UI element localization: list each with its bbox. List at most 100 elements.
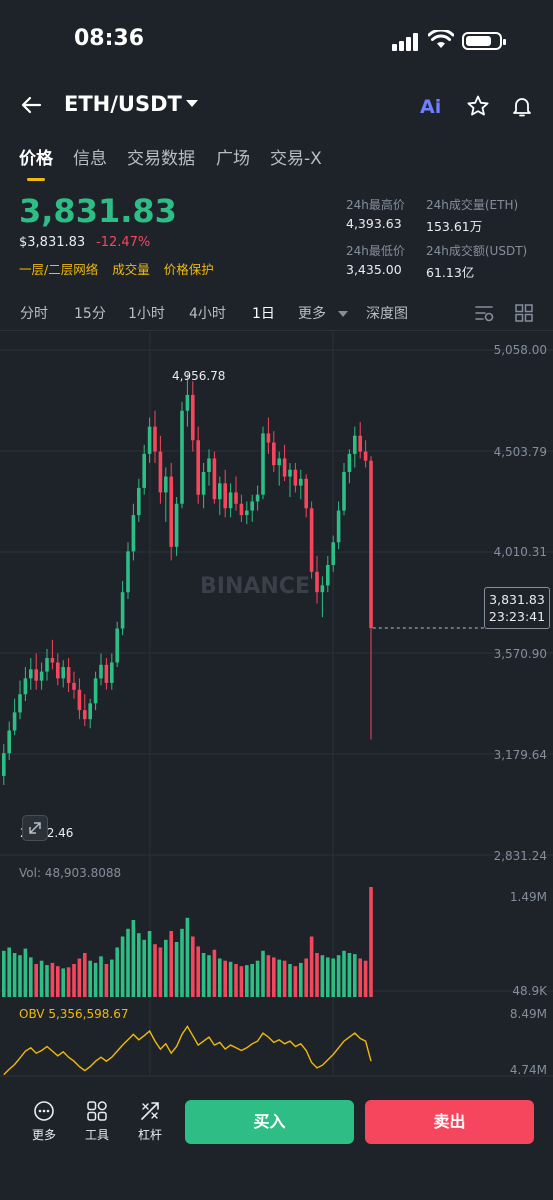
candle-countdown: 23:23:41 xyxy=(488,609,546,624)
volume-bar xyxy=(99,956,103,997)
timeframe-4h[interactable]: 4小时 xyxy=(189,303,226,323)
candle-body xyxy=(29,669,33,679)
pair-title[interactable]: ETH/USDT xyxy=(64,92,182,116)
back-arrow-icon[interactable] xyxy=(20,94,42,116)
volume-bar xyxy=(142,939,146,997)
obv-axis-label: 8.49M xyxy=(509,1007,547,1021)
active-tab-indicator xyxy=(27,178,45,181)
pair-dropdown-icon[interactable] xyxy=(186,100,198,107)
expand-chart-icon[interactable] xyxy=(22,815,48,841)
timeframe-15m[interactable]: 15分 xyxy=(74,303,106,323)
candle-body xyxy=(293,469,298,486)
buy-button[interactable]: 买入 xyxy=(185,1100,354,1144)
candle-body xyxy=(2,753,6,776)
volume-bar xyxy=(326,957,330,997)
more-button[interactable]: 更多 xyxy=(24,1100,64,1143)
volume-bar xyxy=(320,955,325,997)
volume-bar xyxy=(347,953,352,997)
volume-bar xyxy=(88,960,92,997)
volume-bar xyxy=(266,955,271,997)
candle-body xyxy=(7,730,11,754)
tab-price[interactable]: 价格 xyxy=(19,144,53,169)
candle-body xyxy=(137,487,141,516)
volume-bar xyxy=(358,958,362,997)
volume-bar xyxy=(158,947,163,997)
candle-body xyxy=(218,483,222,500)
candle-body xyxy=(207,458,211,473)
tools-label: 工具 xyxy=(84,1128,109,1142)
candle-body xyxy=(228,492,233,509)
candle-body xyxy=(147,426,152,454)
price-axis-label: 4,010.31 xyxy=(493,545,547,559)
candle-body xyxy=(261,433,265,495)
candle-body xyxy=(66,667,71,683)
volume-bar xyxy=(110,959,114,997)
volume-bar xyxy=(61,968,65,997)
volume-bar xyxy=(120,936,125,997)
volume-bar xyxy=(131,920,136,997)
timeframe-1d[interactable]: 1日 xyxy=(252,303,275,323)
tab-info[interactable]: 信息 xyxy=(73,144,107,169)
tab-trading-data[interactable]: 交易数据 xyxy=(127,144,195,169)
volume-bar xyxy=(223,960,227,997)
candle-body xyxy=(34,669,38,681)
candle-body xyxy=(93,678,98,704)
star-icon[interactable] xyxy=(466,94,490,118)
candle-body xyxy=(180,410,184,504)
candle-body xyxy=(315,571,319,593)
leverage-button[interactable]: 杠杆 xyxy=(130,1100,170,1143)
volume-bar xyxy=(126,928,130,997)
tag-l1-l2[interactable]: 一层/二层网络 xyxy=(19,262,98,277)
candle-body xyxy=(309,508,314,572)
volume-bar xyxy=(277,959,281,997)
candle-body xyxy=(174,503,179,547)
timeframe-more[interactable]: 更多 xyxy=(298,303,326,323)
wifi-icon xyxy=(428,30,454,48)
candle-body xyxy=(50,657,55,663)
candle-body xyxy=(131,515,136,552)
candle-body xyxy=(282,458,287,477)
volume-bar xyxy=(104,964,109,997)
volume-bar xyxy=(164,939,168,997)
indicator-settings-icon[interactable] xyxy=(474,303,496,323)
timeframe-depth[interactable]: 深度图 xyxy=(366,303,408,323)
volume-bar xyxy=(169,931,173,997)
volume-bar xyxy=(272,957,276,997)
price-axis-label: 5,058.00 xyxy=(493,343,547,357)
candlestick-chart[interactable]: BINANCE xyxy=(0,331,553,1091)
candle-body xyxy=(61,667,65,679)
bell-icon[interactable] xyxy=(510,94,534,118)
volume-bar xyxy=(18,955,22,997)
candle-body xyxy=(104,664,109,683)
ai-icon[interactable]: Ai xyxy=(420,96,441,118)
price-axis-label: 3,570.90 xyxy=(493,647,547,661)
sell-button[interactable]: 卖出 xyxy=(365,1100,534,1144)
cellular-signal-icon xyxy=(392,33,420,51)
tab-trade-x[interactable]: 交易-X xyxy=(270,144,322,169)
volume-bar xyxy=(39,960,44,997)
tag-volume[interactable]: 成交量 xyxy=(112,262,150,277)
chevron-down-icon[interactable] xyxy=(338,311,348,317)
leverage-label: 杠杆 xyxy=(137,1128,162,1142)
volume-bar xyxy=(201,953,206,997)
candle-body xyxy=(153,426,157,452)
timeframe-bar: 分时 15分 1小时 4小时 1日 更多 深度图 xyxy=(0,300,553,326)
volume-bar xyxy=(234,964,238,997)
tools-button[interactable]: 工具 xyxy=(77,1100,117,1143)
candle-body xyxy=(12,712,17,731)
price-usd: $3,831.83 xyxy=(19,235,86,250)
status-bar: 08:36 xyxy=(0,0,553,80)
obv-line xyxy=(3,1025,372,1076)
candle-body xyxy=(39,671,44,681)
volume-bar xyxy=(207,955,211,997)
current-price-label: 3,831.83 xyxy=(489,592,545,607)
timeframe-line[interactable]: 分时 xyxy=(20,303,48,323)
tag-price-protection[interactable]: 价格保护 xyxy=(164,262,214,277)
volume-bar xyxy=(29,957,33,997)
volume-label: Vol: 48,903.8088 xyxy=(19,866,122,880)
timeframe-1h[interactable]: 1小时 xyxy=(128,303,165,323)
candle-body xyxy=(142,453,146,488)
tab-square[interactable]: 广场 xyxy=(216,144,250,169)
volume-bar xyxy=(115,947,119,997)
layout-grid-icon[interactable] xyxy=(514,303,534,323)
